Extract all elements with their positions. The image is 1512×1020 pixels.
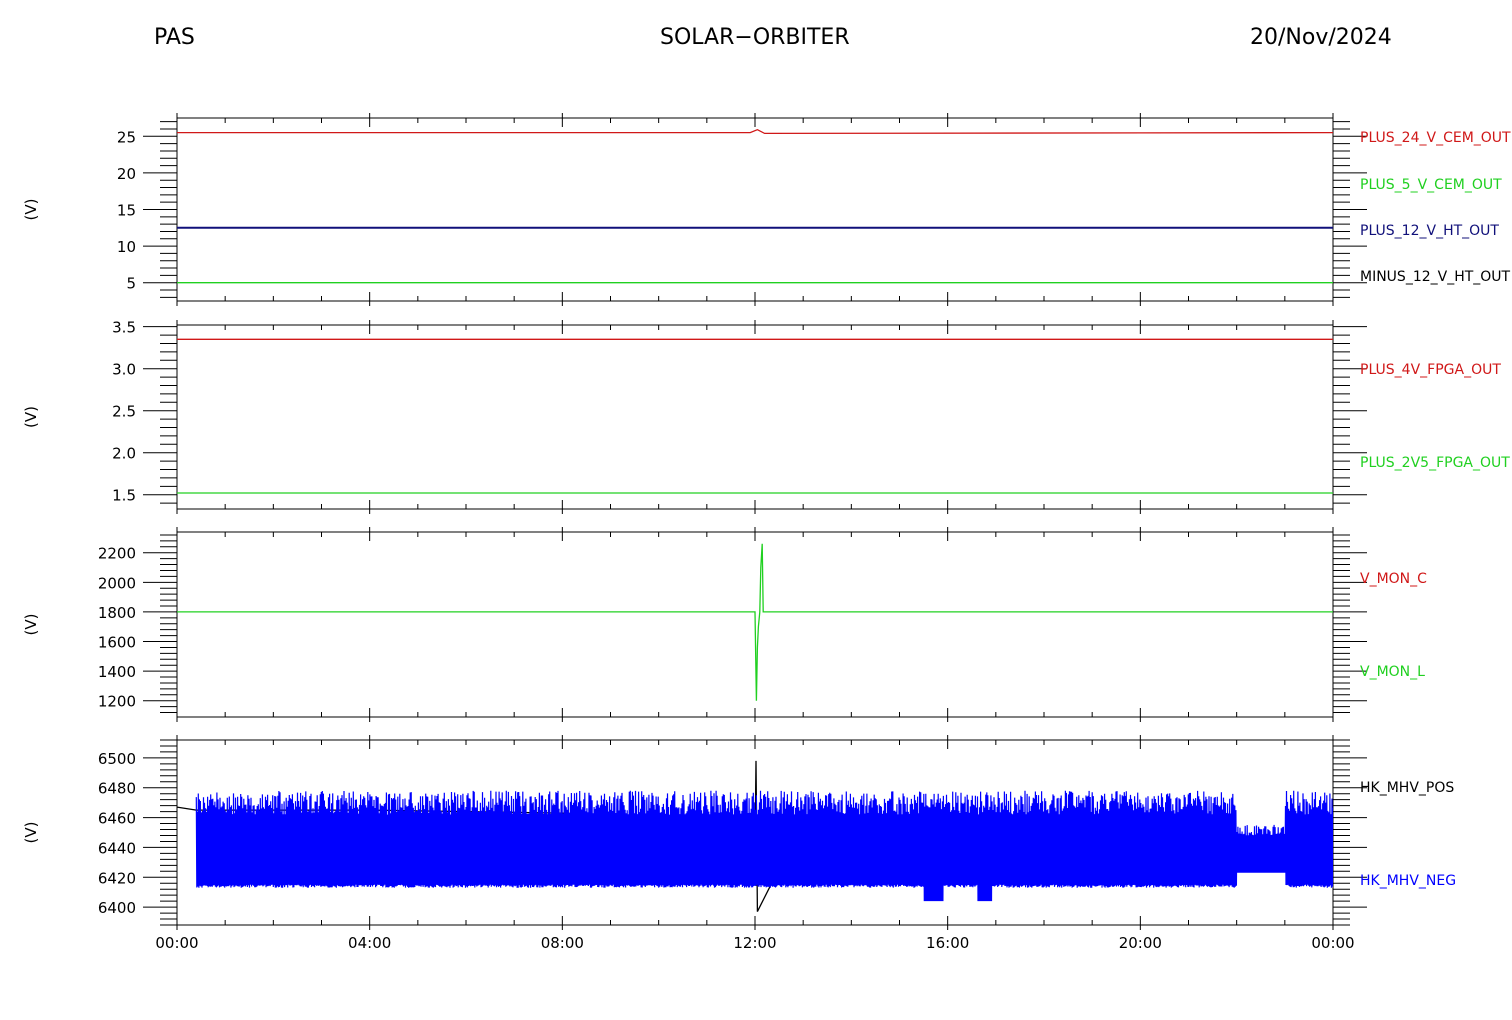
y-tick-label: 15: [117, 202, 136, 220]
y-tick-label: 1.5: [112, 487, 136, 505]
y-tick-label: 3.5: [112, 319, 136, 337]
housekeeping-chart: 5 10 15 20 25 (V) PLUS_24_V_CEM_OUT PLUS_5_V_CE…: [22, 113, 1511, 952]
y-tick-label: 6400: [98, 899, 136, 917]
y-axis-label: (V): [22, 199, 40, 221]
y-tick-label: 1200: [98, 693, 136, 711]
x-tick-label: 00:00: [1311, 934, 1354, 952]
legend-hk-mhv-neg: HK_MHV_NEG: [1360, 873, 1456, 889]
series-v-mon-l: [177, 543, 1333, 701]
legend-v-mon-c: V_MON_C: [1360, 571, 1427, 587]
legend-plus-5-v-cem-out: PLUS_5_V_CEM_OUT: [1360, 177, 1502, 193]
panel-2: 1.5 2.0 2.5 3.0 3.5 (V) PLUS_4V_FPGA_OUT PLUS_2…: [22, 319, 1510, 514]
series-group: [177, 543, 1333, 701]
y-axis-label: (V): [22, 822, 40, 844]
legend-hk-mhv-pos: HK_MHV_POS: [1360, 780, 1454, 796]
x-tick-label: 20:00: [1119, 934, 1162, 952]
y-tick-label: 20: [117, 165, 136, 183]
legend-v-mon-l: V_MON_L: [1360, 664, 1425, 680]
y-axis-label: (V): [22, 406, 40, 428]
y-tick-label: 1800: [98, 604, 136, 622]
y-tick-label: 6440: [98, 839, 136, 857]
y-tick-label: 25: [117, 128, 136, 146]
y-tick-label: 6500: [98, 750, 136, 768]
y-tick-label: 1400: [98, 663, 136, 681]
y-tick-label: 2000: [98, 574, 136, 592]
series-plus-24-v-cem-out: [177, 128, 1333, 135]
plot-frame: [176, 324, 1334, 510]
panel-3: 1200 1400 1600 1800 2000 2200 (V) V_MON_C V_MON_…: [22, 527, 1427, 722]
y-tick-label: 3.0: [112, 361, 136, 379]
y-tick-label: 6480: [98, 780, 136, 798]
x-tick-label: 08:00: [541, 934, 584, 952]
y-tick-label: 6460: [98, 810, 136, 828]
series-group: [177, 338, 1333, 494]
y-axis-label: (V): [22, 614, 40, 636]
x-tick-label: 00:00: [155, 934, 198, 952]
y-tick-label: 5: [126, 275, 136, 293]
x-tick-label: 12:00: [733, 934, 776, 952]
y-tick-label: 10: [117, 238, 136, 256]
panel-1: 5 10 15 20 25 (V) PLUS_24_V_CEM_OUT PLUS_5_V_CE…: [22, 113, 1511, 306]
plot-frame: [176, 117, 1334, 302]
series-hk-mhv-neg: [195, 790, 1333, 902]
y-tick-label: 1600: [98, 634, 136, 652]
series-group: [177, 760, 1333, 912]
panel-4: 6400 6420 6440 6460 6480 6500 (V) HK_MHV_POS HK_…: [22, 735, 1456, 930]
series-group: [177, 128, 1333, 284]
legend-plus-2v5-fpga-out: PLUS_2V5_FPGA_OUT: [1360, 455, 1510, 471]
legend-plus-12-v-ht-out: PLUS_12_V_HT_OUT: [1360, 223, 1499, 239]
y-tick-label: 6420: [98, 869, 136, 887]
legend-plus-4v-fpga-out: PLUS_4V_FPGA_OUT: [1360, 362, 1501, 378]
legend-plus-24-v-cem-out: PLUS_24_V_CEM_OUT: [1360, 130, 1511, 146]
legend-minus-12-v-ht-out: MINUS_12_V_HT_OUT: [1360, 269, 1511, 285]
x-tick-label: 04:00: [348, 934, 391, 952]
y-tick-label: 2200: [98, 545, 136, 563]
y-tick-label: 2.5: [112, 403, 136, 421]
y-tick-label: 2.0: [112, 445, 136, 463]
x-tick-label: 16:00: [926, 934, 969, 952]
